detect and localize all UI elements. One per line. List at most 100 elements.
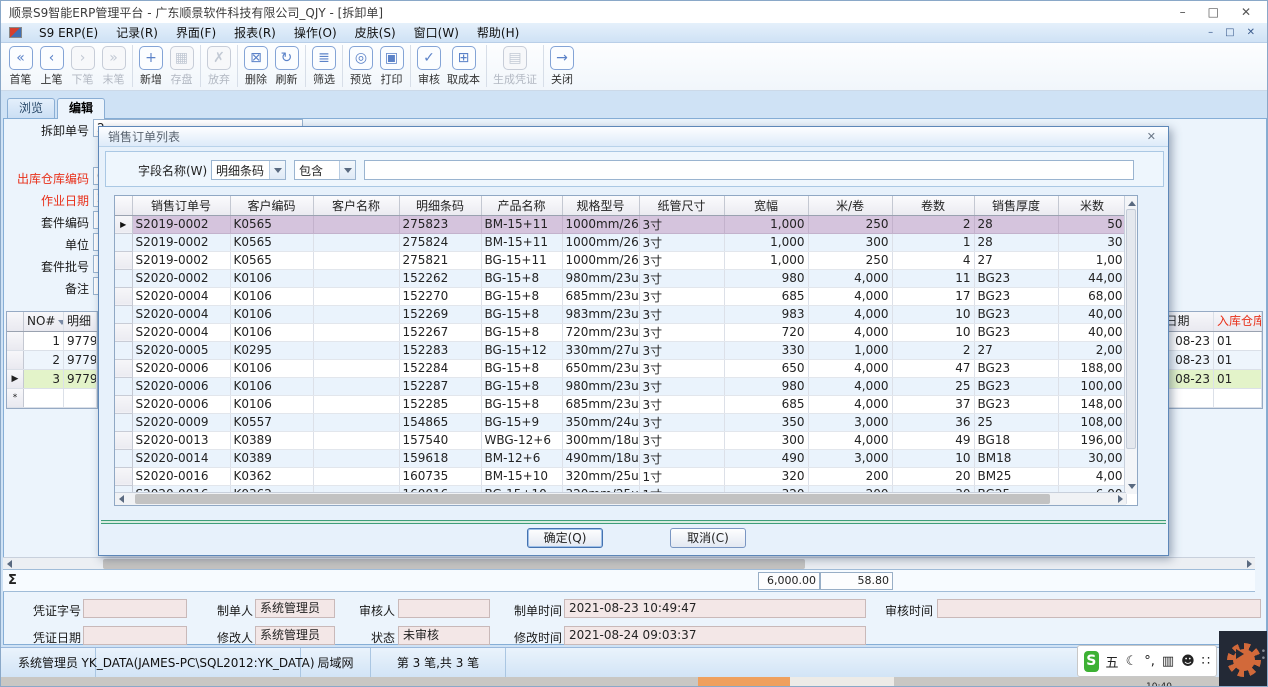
menu-s9-erp[interactable]: S9 ERP(E) — [30, 26, 107, 40]
taskbar-white-block[interactable] — [790, 677, 894, 687]
column-header[interactable]: 米数 — [1058, 196, 1126, 215]
column-header[interactable]: 客户编码 — [230, 196, 313, 215]
column-header[interactable]: 客户名称 — [313, 196, 399, 215]
sogou-logo-icon[interactable]: S — [1084, 651, 1099, 672]
detail-row[interactable]: 1 97792 — [7, 332, 97, 351]
chevron-down-icon[interactable] — [339, 161, 355, 179]
tab-browse[interactable]: 浏览 — [7, 98, 55, 118]
mdi-close-button[interactable]: ✕ — [1247, 27, 1255, 38]
menu-operate[interactable]: 操作(O) — [285, 24, 346, 41]
table-row[interactable]: S2020-0016 K0362 160735 BM-15+10 320mm/2… — [115, 467, 1126, 485]
column-header-detail[interactable]: 明细 — [64, 312, 97, 331]
toolbar-button-icon: ✓ — [417, 46, 441, 70]
prev-record-button[interactable]: ‹ 上笔 — [36, 45, 67, 87]
filter-operator-select[interactable]: 包含 — [294, 160, 356, 180]
grid-hscrollbar[interactable] — [115, 492, 1126, 505]
table-row[interactable]: S2020-0005 K0295 152283 BG-15+12 330mm/2… — [115, 341, 1126, 359]
detail-grid-header: NO# 明细 — [7, 312, 97, 332]
tab-edit[interactable]: 编辑 — [57, 98, 105, 119]
column-header[interactable]: 产品名称 — [481, 196, 562, 215]
delete-button[interactable]: ⊠ 删除 — [237, 45, 271, 87]
ime-toolbar-icon[interactable]: ∷ — [1202, 654, 1210, 669]
discard-button[interactable]: ✗ 放弃 — [200, 45, 234, 87]
close-button[interactable]: → 关闭 — [543, 45, 577, 87]
column-header-in-warehouse[interactable]: 入库仓库 — [1214, 312, 1262, 331]
ime-toolbar-icon[interactable]: ☾ — [1126, 654, 1138, 669]
detail-row-new[interactable]: * — [7, 389, 97, 408]
table-row[interactable]: S2020-0006 K0106 152285 BG-15+8 685mm/23… — [115, 395, 1126, 413]
scroll-right-icon[interactable] — [1244, 559, 1254, 569]
ime-toolbar-icon[interactable]: °, — [1144, 654, 1155, 669]
scroll-left-icon[interactable] — [4, 559, 14, 569]
table-row[interactable]: S2019-0002 K0565 275824 BM-15+11 1000mm/… — [115, 233, 1126, 251]
ok-button[interactable]: 确定(Q) — [527, 528, 603, 548]
vscroll-thumb[interactable] — [1126, 209, 1136, 449]
preview-button[interactable]: ◎ 预览 — [342, 45, 376, 87]
cancel-button[interactable]: 取消(C) — [670, 528, 746, 548]
background-grid-hscrollbar[interactable] — [3, 557, 1255, 569]
first-record-button[interactable]: « 首笔 — [5, 45, 36, 87]
generate-voucher-button[interactable]: ▤ 生成凭证 — [486, 45, 540, 87]
table-row[interactable]: S2020-0004 K0106 152267 BG-15+8 720mm/23… — [115, 323, 1126, 341]
menu-interface[interactable]: 界面(F) — [167, 24, 225, 41]
filter-button[interactable]: ≣ 筛选 — [305, 45, 339, 87]
window-minimize-button[interactable]: – — [1180, 5, 1186, 19]
filter-field-select[interactable]: 明细条码 — [211, 160, 286, 180]
refresh-button[interactable]: ↻ 刷新 — [271, 45, 302, 87]
table-row[interactable]: ▶ S2019-0002 K0565 275823 BM-15+11 1000m… — [115, 215, 1126, 233]
window-close-button[interactable]: ✕ — [1241, 5, 1251, 19]
hscroll-thumb[interactable] — [135, 494, 1050, 504]
dialog-close-icon[interactable]: ✕ — [1144, 130, 1159, 143]
last-record-button[interactable]: » 末笔 — [98, 45, 129, 87]
table-row[interactable]: S2020-0004 K0106 152269 BG-15+8 983mm/23… — [115, 305, 1126, 323]
mdi-minimize-button[interactable]: – — [1208, 27, 1213, 38]
table-row[interactable]: S2020-0004 K0106 152270 BG-15+8 685mm/23… — [115, 287, 1126, 305]
tray-app-icon[interactable]: •• — [1219, 631, 1268, 687]
ime-toolbar-icon[interactable]: ▥ — [1162, 654, 1174, 669]
mdi-restore-button[interactable]: □ — [1225, 27, 1234, 38]
audit-button[interactable]: ✓ 审核 — [410, 45, 444, 87]
detail-row-selected[interactable]: ▶ 3 97792 — [7, 370, 97, 389]
column-header[interactable]: 销售厚度 — [974, 196, 1058, 215]
scroll-right-icon[interactable] — [1115, 494, 1125, 504]
scroll-down-icon[interactable] — [1127, 481, 1137, 491]
detail-row[interactable]: 2 97792 — [7, 351, 97, 370]
toolbar-button-label: 筛选 — [313, 71, 335, 87]
menu-window[interactable]: 窗口(W) — [405, 24, 468, 41]
scroll-left-icon[interactable] — [116, 494, 126, 504]
column-header[interactable]: 规格型号 — [562, 196, 639, 215]
menu-help[interactable]: 帮助(H) — [468, 24, 528, 41]
next-record-button[interactable]: › 下笔 — [67, 45, 98, 87]
table-row[interactable]: S2020-0013 K0389 157540 WBG-12+6 300mm/1… — [115, 431, 1126, 449]
save-button[interactable]: ▦ 存盘 — [166, 45, 197, 87]
print-button[interactable]: ▣ 打印 — [376, 45, 407, 87]
grid-vscrollbar[interactable] — [1124, 196, 1137, 494]
column-header[interactable]: 卷数 — [892, 196, 974, 215]
window-restore-button[interactable]: □ — [1208, 5, 1219, 19]
table-row[interactable]: S2020-0006 K0106 152287 BG-15+8 980mm/23… — [115, 377, 1126, 395]
menu-skin[interactable]: 皮肤(S) — [346, 24, 405, 41]
taskbar-orange-block[interactable] — [698, 677, 790, 687]
table-row[interactable]: S2020-0014 K0389 159618 BM-12+6 490mm/18… — [115, 449, 1126, 467]
get-cost-button[interactable]: ⊞ 取成本 — [444, 45, 483, 87]
table-row[interactable]: S2019-0002 K0565 275821 BG-15+11 1000mm/… — [115, 251, 1126, 269]
filter-value-input[interactable] — [364, 160, 1134, 180]
column-header-no[interactable]: NO# — [24, 312, 64, 331]
column-header[interactable]: 宽幅 — [724, 196, 808, 215]
menu-record[interactable]: 记录(R) — [107, 24, 167, 41]
ime-toolbar-icon[interactable]: 五 — [1106, 652, 1119, 671]
hscroll-thumb[interactable] — [103, 559, 805, 569]
column-header[interactable]: 销售订单号 — [132, 196, 230, 215]
ime-toolbar-icon[interactable]: ☻ — [1181, 654, 1195, 669]
column-header[interactable]: 明细条码 — [399, 196, 481, 215]
table-row[interactable]: S2020-0006 K0106 152284 BG-15+8 650mm/23… — [115, 359, 1126, 377]
menu-report[interactable]: 报表(R) — [225, 24, 285, 41]
table-row[interactable]: S2020-0009 K0557 154865 BG-15+9 350mm/24… — [115, 413, 1126, 431]
new-button[interactable]: + 新增 — [132, 45, 166, 87]
toolbar-button-label: 取成本 — [447, 71, 480, 87]
chevron-down-icon[interactable] — [269, 161, 285, 179]
column-header[interactable]: 纸管尺寸 — [639, 196, 724, 215]
scroll-up-icon[interactable] — [1127, 198, 1137, 208]
column-header[interactable]: 米/卷 — [808, 196, 892, 215]
table-row[interactable]: S2020-0002 K0106 152262 BG-15+8 980mm/23… — [115, 269, 1126, 287]
